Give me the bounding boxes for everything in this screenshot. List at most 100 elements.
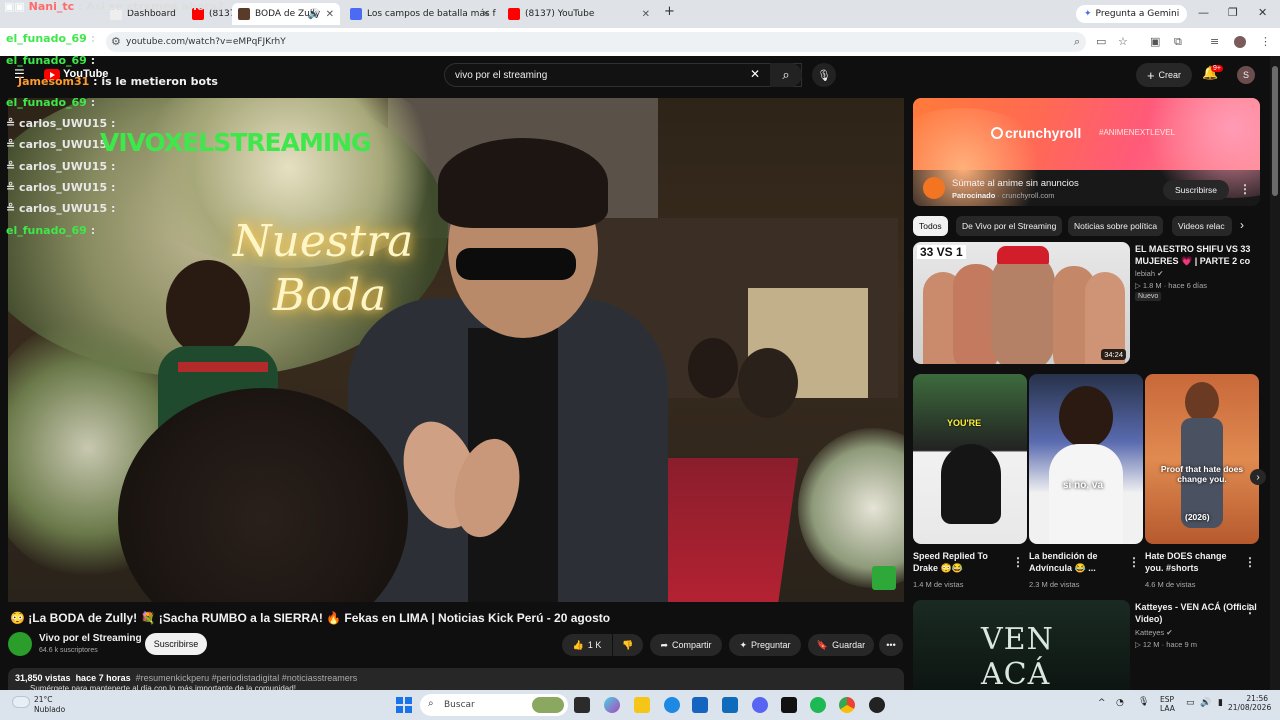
short-views: 1.4 M de vistas [913, 580, 964, 589]
copilot-icon[interactable] [604, 697, 620, 713]
spotify-icon[interactable] [810, 697, 826, 713]
scrollbar-thumb[interactable] [1272, 66, 1278, 196]
rec-meta: ▷ 12 M · hace 9 m [1135, 640, 1198, 649]
create-button[interactable]: + Crear [1136, 63, 1192, 87]
thumb-shirt [1049, 444, 1123, 544]
browser-tab-youtube-2[interactable]: (8137) YouTube ✕ [502, 3, 656, 25]
short-title-line: Advíncula 😂 ... [1029, 563, 1096, 573]
voice-search-button[interactable]: 🎙 [812, 63, 836, 87]
reading-list-icon[interactable]: ≡ [1210, 35, 1219, 48]
ask-button[interactable]: ✦ Preguntar [729, 634, 801, 656]
chips-next-icon[interactable]: › [1240, 218, 1244, 232]
tab-close-icon[interactable]: ✕ [326, 9, 334, 20]
short-title[interactable]: Hate DOES change you. #shorts [1145, 550, 1227, 574]
short-menu-icon[interactable]: ⋮ [1244, 555, 1256, 569]
chrome-icon[interactable] [839, 697, 855, 713]
maximize-icon[interactable]: ❐ [1228, 6, 1238, 19]
account-avatar[interactable]: S [1237, 66, 1255, 84]
video-player[interactable]: Nuestra Boda [8, 98, 904, 602]
chat-text: : [90, 32, 96, 45]
browser-tab-boda[interactable]: BODA de Zully 🔊 ✕ [232, 3, 340, 25]
bookmark-star-icon[interactable]: ☆ [1118, 35, 1128, 48]
windows-start-icon[interactable] [396, 697, 412, 713]
minimize-icon[interactable]: — [1198, 6, 1209, 19]
short-menu-icon[interactable]: ⋮ [1128, 555, 1140, 569]
short-thumbnail[interactable]: YOU'RE [913, 374, 1027, 544]
wifi-icon[interactable]: ◔ [1116, 698, 1124, 708]
chip-all[interactable]: Todos [913, 216, 948, 236]
short-menu-icon[interactable]: ⋮ [1012, 555, 1024, 569]
chat-user: carlos_UWU15 [19, 117, 108, 130]
short-thumbnail[interactable]: si no, va [1029, 374, 1143, 544]
search-highlight-icon[interactable] [532, 697, 564, 713]
weather-temp[interactable]: 21°C [34, 695, 53, 704]
chat-message: ▣▣ Nani_tc : Asi se stremea ahora? [4, 0, 224, 13]
new-tab-icon[interactable]: + [664, 4, 675, 19]
hashtags[interactable]: #resumenkickperu #periodistadigital #not… [136, 673, 358, 683]
rec-channel[interactable]: lebiah ✔ [1135, 268, 1163, 279]
tray-chevron-icon[interactable]: ^ [1098, 698, 1106, 708]
microphone-tray-icon[interactable]: 🎙 [1138, 697, 1149, 707]
language-indicator[interactable]: ESP LAA [1160, 695, 1175, 713]
tab-close-icon[interactable]: ✕ [642, 9, 650, 20]
clear-search-icon[interactable]: ✕ [750, 67, 760, 81]
edge-icon[interactable] [664, 697, 680, 713]
tab-audio-icon[interactable]: 🔊 [308, 9, 320, 20]
rec-channel[interactable]: Katteyes ✔ [1135, 627, 1173, 638]
browser-tab-campos[interactable]: Los campos de batalla más fuer ✕ [344, 3, 496, 25]
ad-menu-icon[interactable]: ⋮ [1239, 182, 1251, 196]
subscribe-button[interactable]: Suscribirse [145, 633, 207, 655]
rec-menu-icon[interactable]: ⋮ [1244, 602, 1256, 616]
sponsored-ad[interactable]: crunchyroll #ANIMENEXTLEVEL Súmate al an… [913, 98, 1260, 206]
app-icon[interactable] [869, 697, 885, 713]
task-view-icon[interactable] [574, 697, 590, 713]
site-info-icon[interactable]: ⚙ [111, 35, 121, 48]
share-button[interactable]: ➦ Compartir [650, 634, 722, 656]
clock[interactable]: 21:56 21/08/2026 [1228, 694, 1272, 712]
zoom-icon[interactable]: ⌕ [1074, 35, 1080, 49]
rec-thumbnail[interactable]: 33 VS 1 34:24 [913, 242, 1130, 364]
network-icon[interactable]: ▭ [1186, 698, 1195, 708]
channel-avatar[interactable] [8, 632, 32, 656]
url-field[interactable]: youtube.com/watch?v=eMPqFJKrhY [106, 32, 1086, 52]
short-title[interactable]: La bendición de Advíncula 😂 ... [1029, 550, 1098, 574]
profile-icon[interactable] [1234, 36, 1246, 48]
close-window-icon[interactable]: ✕ [1258, 6, 1267, 19]
save-button[interactable]: 🔖 Guardar [808, 634, 874, 656]
battery-icon[interactable]: ▮ [1218, 698, 1223, 708]
more-actions-button[interactable]: ••• [879, 634, 903, 656]
chip-related[interactable]: Videos relac [1172, 216, 1232, 236]
channel-name[interactable]: Vivo por el Streaming [39, 633, 142, 644]
search-input[interactable]: vivo por el streaming [444, 63, 802, 87]
short-thumbnail[interactable]: Proof that hate does change you. (2026) [1145, 374, 1259, 544]
rec-title[interactable]: EL MAESTRO SHIFU VS 33 MUJERES 💗 | PARTE… [1135, 243, 1250, 267]
weather-cloud-icon[interactable] [12, 696, 30, 708]
outlook-icon[interactable] [722, 697, 738, 713]
rec-meta: ▷ 1.8 M · hace 6 días [1135, 281, 1208, 290]
channel-watermark-icon[interactable] [872, 566, 896, 590]
rec-title[interactable]: Katteyes - VEN ACÁ (Official Video) [1135, 601, 1257, 625]
tab-label: (8137) YouTube [525, 9, 595, 19]
volume-icon[interactable]: 🔊 [1200, 698, 1211, 708]
cast-icon[interactable]: ▭ [1096, 35, 1106, 48]
file-explorer-icon[interactable] [634, 697, 650, 713]
search-button[interactable]: ⌕ [770, 63, 802, 87]
menu-kebab-icon[interactable]: ⋮ [1260, 35, 1271, 48]
chip-from-channel[interactable]: De Vivo por el Streaming [956, 216, 1063, 236]
like-button[interactable]: 👍 1 K [562, 634, 612, 656]
clock-date: 21/08/2026 [1228, 703, 1272, 712]
thumbs-up-icon: 👍 [572, 639, 584, 650]
terminal-icon[interactable] [781, 697, 797, 713]
ad-cta-button[interactable]: Suscribirse [1163, 180, 1229, 200]
extension-icon[interactable]: ▣ [1150, 35, 1160, 48]
puzzle-icon[interactable]: ⧉ [1174, 35, 1182, 49]
chip-politics[interactable]: Noticias sobre política [1068, 216, 1164, 236]
dislike-button[interactable]: 👎 [613, 634, 643, 656]
discord-icon[interactable] [752, 697, 768, 713]
store-icon[interactable] [692, 697, 708, 713]
gemini-button[interactable]: ✦ Pregunta a Gemini [1076, 5, 1188, 23]
tab-close-icon[interactable]: ✕ [482, 9, 490, 20]
shorts-next-icon[interactable]: › [1250, 469, 1266, 485]
short-title[interactable]: Speed Replied To Drake 😳😂 [913, 550, 988, 574]
rec-thumbnail[interactable]: VEN ACÁ [913, 600, 1130, 690]
